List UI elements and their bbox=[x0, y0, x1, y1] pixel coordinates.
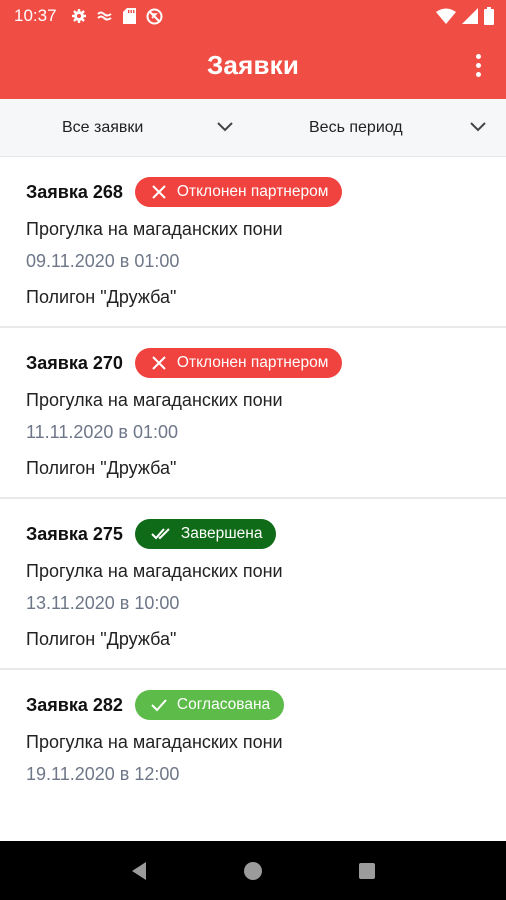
recents-square-icon[interactable] bbox=[356, 860, 378, 882]
status-badge: Отклонен партнером bbox=[134, 177, 343, 207]
request-place: Полигон "Дружба" bbox=[26, 629, 177, 649]
request-datetime: 11.11.2020 в 01:00 bbox=[26, 422, 179, 442]
page-title: Заявки bbox=[206, 50, 300, 80]
x-icon bbox=[152, 356, 166, 370]
home-circle-icon[interactable] bbox=[242, 860, 264, 882]
request-activity: Прогулка на магаданских пони bbox=[26, 732, 283, 752]
gear-icon bbox=[71, 9, 86, 23]
app-bar: Заявки bbox=[0, 32, 506, 99]
request-card[interactable]: Заявка 282 Согласована Прогулка на магад… bbox=[0, 670, 506, 841]
request-activity: Прогулка на магаданских пони bbox=[26, 219, 283, 239]
status-badge-label: Отклонен партнером bbox=[176, 183, 329, 200]
request-place: Полигон "Дружба" bbox=[26, 287, 177, 307]
request-card[interactable]: Заявка 268 Отклонен партнером Прогулка н… bbox=[0, 157, 506, 328]
chevron-down-icon bbox=[470, 122, 486, 132]
period-filter-dropdown[interactable]: Весь период bbox=[253, 99, 506, 156]
status-time: 10:37 bbox=[14, 6, 57, 25]
request-list: Заявка 268 Отклонен партнером Прогулка н… bbox=[0, 157, 506, 841]
status-filter-dropdown[interactable]: Все заявки bbox=[0, 99, 253, 156]
status-badge-label: Завершена bbox=[180, 525, 263, 542]
request-card[interactable]: Заявка 275 Завершена Прогулка на магадан… bbox=[0, 499, 506, 670]
check-icon bbox=[151, 699, 167, 712]
double-check-icon bbox=[151, 528, 170, 540]
status-badge: Согласована bbox=[134, 690, 285, 720]
request-title: Заявка 275 bbox=[26, 523, 123, 544]
period-filter-label: Весь период bbox=[309, 119, 403, 136]
request-title: Заявка 282 bbox=[26, 694, 123, 715]
status-badge-label: Отклонен партнером bbox=[176, 354, 329, 371]
request-datetime: 13.11.2020 в 10:00 bbox=[26, 593, 180, 613]
sd-card-icon bbox=[122, 8, 136, 24]
status-badge: Завершена bbox=[134, 519, 277, 549]
request-title: Заявка 270 bbox=[26, 352, 123, 373]
signal-icon bbox=[462, 8, 478, 24]
more-vert-icon[interactable] bbox=[466, 50, 490, 80]
request-activity: Прогулка на магаданских пони bbox=[26, 561, 283, 581]
request-datetime: 19.11.2020 в 12:00 bbox=[26, 764, 180, 784]
chevron-down-icon bbox=[217, 122, 233, 132]
status-bar: 10:37 bbox=[0, 0, 506, 32]
request-card[interactable]: Заявка 270 Отклонен партнером Прогулка н… bbox=[0, 328, 506, 499]
back-triangle-icon[interactable] bbox=[128, 860, 150, 882]
request-place: Полигон "Дружба" bbox=[26, 458, 177, 478]
status-filter-label: Все заявки bbox=[62, 119, 144, 136]
battery-icon bbox=[484, 7, 494, 25]
filter-bar: Все заявки Весь период bbox=[0, 99, 506, 157]
no-disturb-icon bbox=[146, 8, 163, 24]
status-badge-label: Согласована bbox=[176, 696, 271, 713]
wifi-icon bbox=[436, 8, 456, 24]
request-title: Заявка 268 bbox=[26, 181, 123, 202]
x-icon bbox=[152, 185, 166, 199]
request-activity: Прогулка на магаданских пони bbox=[26, 390, 283, 410]
status-badge: Отклонен партнером bbox=[134, 348, 343, 378]
system-nav-bar bbox=[0, 841, 506, 900]
request-datetime: 09.11.2020 в 01:00 bbox=[26, 251, 180, 271]
vpn-icon bbox=[96, 11, 112, 21]
